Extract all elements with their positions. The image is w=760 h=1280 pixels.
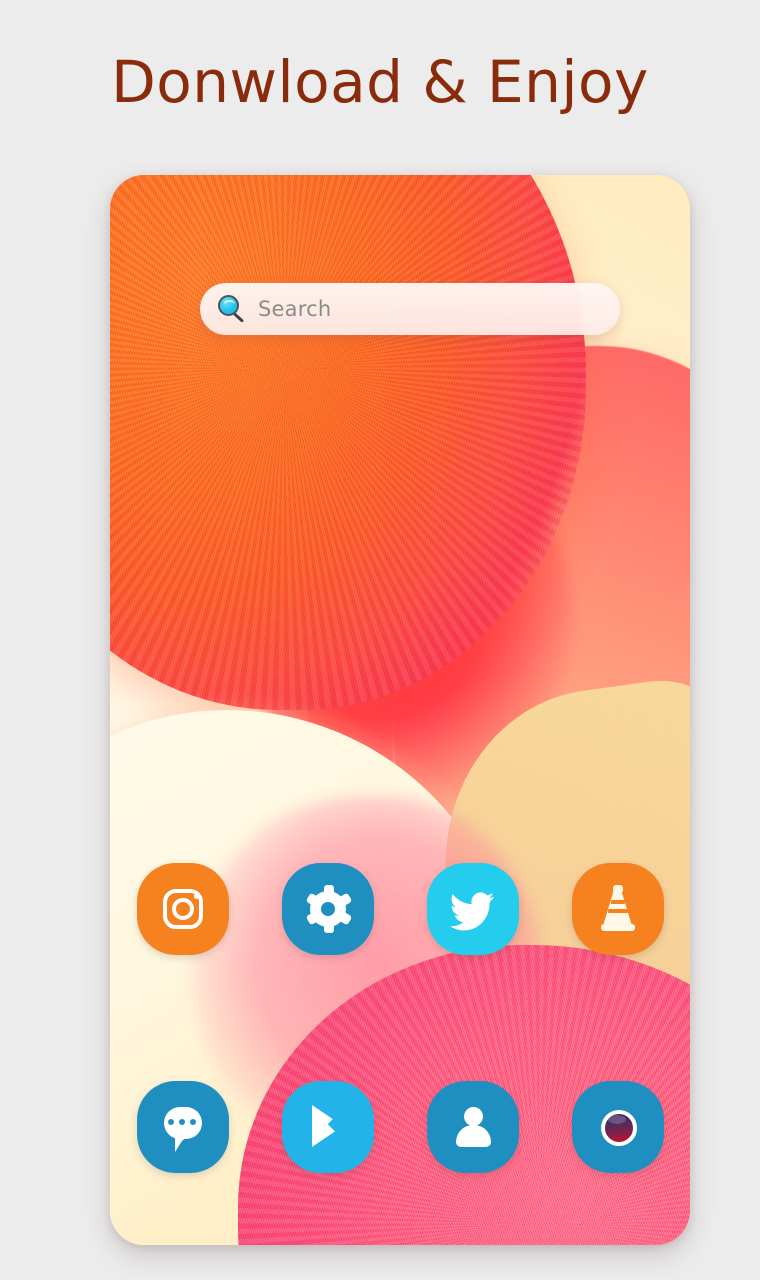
camera-lens-icon: [590, 1099, 646, 1155]
app-icon-camera[interactable]: [571, 1081, 664, 1173]
person-icon: [445, 1099, 501, 1155]
play-store-icon: [300, 1099, 356, 1155]
page-title: Donwload & Enjoy: [111, 48, 649, 116]
twitter-bird-icon: [445, 881, 501, 937]
app-row-1: [110, 863, 690, 955]
gear-icon: [300, 881, 356, 937]
speech-bubble-icon: [155, 1099, 211, 1155]
app-icon-settings[interactable]: [281, 863, 374, 955]
promo-page: Donwload & Enjoy Search: [0, 0, 760, 1280]
app-icon-play-store[interactable]: [281, 1081, 374, 1173]
app-icon-messages[interactable]: [136, 1081, 229, 1173]
app-icon-instagram[interactable]: [136, 863, 229, 955]
traffic-cone-icon: [590, 881, 646, 937]
app-row-2: [110, 1081, 690, 1173]
instagram-icon: [155, 881, 211, 937]
phone-mockup: Search: [110, 175, 690, 1245]
search-icon: [218, 295, 246, 323]
app-icon-contacts[interactable]: [426, 1081, 519, 1173]
app-icon-twitter[interactable]: [426, 863, 519, 955]
search-bar[interactable]: Search: [200, 283, 620, 335]
app-icon-vlc[interactable]: [571, 863, 664, 955]
search-input[interactable]: Search: [258, 297, 331, 321]
